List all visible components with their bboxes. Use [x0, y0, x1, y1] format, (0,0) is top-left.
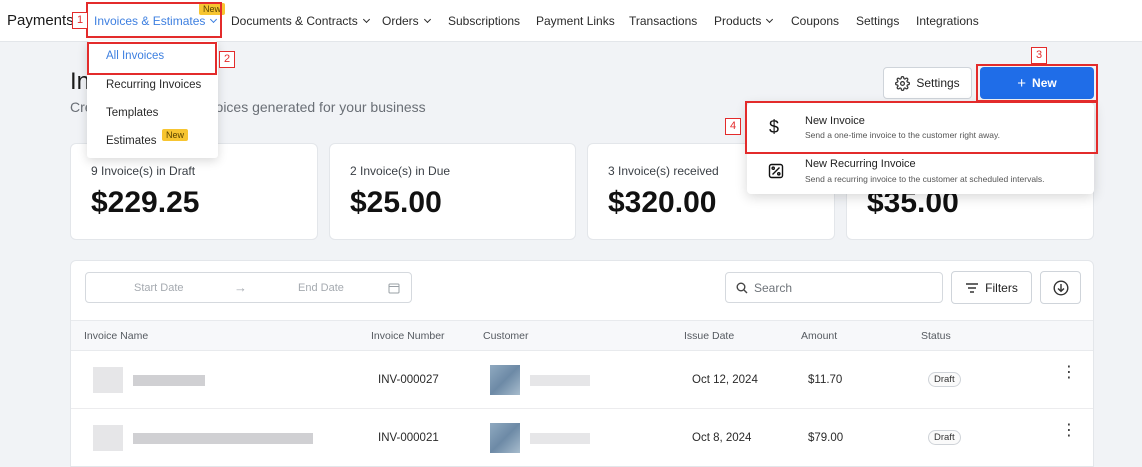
arrow-right-icon: → — [234, 280, 247, 295]
stat-card-due: 2 Invoice(s) in Due $25.00 — [329, 143, 576, 240]
start-date-input[interactable]: Start Date — [134, 282, 184, 294]
nav-products[interactable]: Products — [714, 14, 774, 28]
filter-lines-icon — [966, 282, 979, 293]
highlight-box-1 — [86, 2, 222, 38]
menu-item-recurring-invoices[interactable]: Recurring Invoices — [106, 79, 201, 91]
annotation-tag-4: 4 — [725, 118, 741, 135]
new-badge: New — [162, 129, 189, 141]
recurring-invoice-icon — [768, 163, 784, 179]
end-date-input[interactable]: End Date — [298, 282, 344, 294]
status-badge: Draft — [928, 430, 961, 445]
chevron-down-icon — [423, 15, 431, 24]
nav-integrations[interactable]: Integrations — [916, 14, 979, 28]
customer-avatar — [490, 365, 520, 395]
highlight-box-4 — [745, 101, 1098, 154]
download-button[interactable] — [1040, 271, 1081, 304]
nav-orders[interactable]: Orders — [382, 14, 431, 28]
nav-payment-links[interactable]: Payment Links — [536, 14, 615, 28]
chevron-down-icon — [362, 15, 370, 24]
redacted-thumbnail — [93, 367, 123, 393]
settings-button[interactable]: Settings — [883, 67, 972, 99]
nav-settings[interactable]: Settings — [856, 14, 899, 28]
nav-coupons[interactable]: Coupons — [791, 14, 839, 28]
nav-documents-contracts[interactable]: Documents & Contracts — [231, 14, 370, 28]
redacted-invoice-name — [133, 433, 313, 444]
brand-title: Payments — [7, 12, 74, 29]
search-icon — [736, 282, 748, 293]
gear-icon — [895, 75, 911, 91]
table-row[interactable]: INV-000027 Oct 12, 2024 $11.70 Draft ⋮ — [71, 351, 1093, 409]
redacted-invoice-name — [133, 375, 205, 386]
table-row[interactable]: INV-000021 Oct 8, 2024 $79.00 Draft ⋮ — [71, 409, 1093, 466]
invoices-panel: Start Date → End Date Search Filters Inv… — [70, 260, 1094, 467]
search-input[interactable]: Search — [725, 272, 943, 303]
highlight-box-3 — [976, 64, 1098, 102]
redacted-customer-name — [530, 433, 590, 444]
download-icon — [1052, 279, 1069, 296]
annotation-tag-3: 3 — [1031, 47, 1047, 64]
status-badge: Draft — [928, 372, 961, 387]
nav-transactions[interactable]: Transactions — [629, 14, 697, 28]
chevron-down-icon — [766, 15, 774, 24]
menu-item-estimates[interactable]: Estimates — [106, 135, 157, 147]
more-vertical-icon[interactable]: ⋮ — [1061, 365, 1077, 381]
table-header: Invoice Name Invoice Number Customer Iss… — [71, 320, 1093, 351]
calendar-icon — [388, 283, 400, 294]
date-range-picker[interactable]: Start Date → End Date — [85, 272, 412, 303]
redacted-thumbnail — [93, 425, 123, 451]
nav-subscriptions[interactable]: Subscriptions — [448, 14, 520, 28]
annotation-tag-1: 1 — [72, 12, 88, 29]
customer-avatar — [490, 423, 520, 453]
highlight-box-2 — [87, 42, 217, 75]
more-vertical-icon[interactable]: ⋮ — [1061, 423, 1077, 439]
filters-button[interactable]: Filters — [951, 271, 1032, 304]
redacted-customer-name — [530, 375, 590, 386]
menu-item-new-recurring-invoice[interactable]: New Recurring Invoice Send a recurring i… — [747, 153, 1094, 194]
menu-item-templates[interactable]: Templates — [106, 107, 158, 119]
annotation-tag-2: 2 — [219, 51, 235, 68]
